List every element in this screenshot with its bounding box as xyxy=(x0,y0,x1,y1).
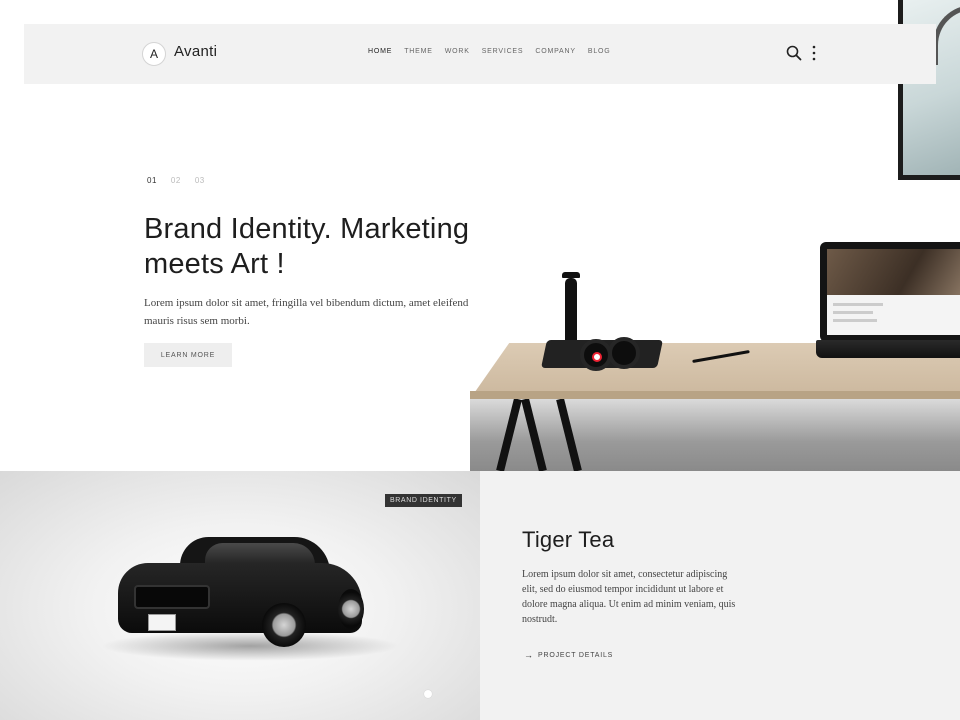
laptop-keyboard xyxy=(816,340,960,358)
hero-description: Lorem ipsum dolor sit amet, fringilla ve… xyxy=(144,297,469,327)
laptop-text-line xyxy=(833,303,883,306)
headphone-earcup xyxy=(608,337,640,369)
search-icon[interactable] xyxy=(786,45,802,61)
pager-item-02[interactable]: 02 xyxy=(171,176,181,185)
pager-item-03[interactable]: 03 xyxy=(195,176,205,185)
site-header: A Avanti HOME THEME WORK SERVICES COMPAN… xyxy=(24,24,936,84)
statue-figure xyxy=(565,278,577,342)
car-license-plate xyxy=(148,614,176,631)
project-title: Tiger Tea xyxy=(522,527,615,552)
learn-more-button[interactable]: LEARN MORE xyxy=(144,343,232,367)
laptop-banner xyxy=(827,249,960,295)
hero-slide-pager: 01 02 03 xyxy=(147,176,205,185)
car-wheel xyxy=(338,589,364,629)
main-nav: HOME THEME WORK SERVICES COMPANY BLOG xyxy=(368,48,611,55)
nav-item-services[interactable]: SERVICES xyxy=(482,48,524,55)
project-details-link[interactable]: → PROJECT DETAILS xyxy=(524,650,613,660)
logo-letter: A xyxy=(149,47,158,61)
laptop-display xyxy=(827,249,960,335)
pager-item-01[interactable]: 01 xyxy=(147,176,157,185)
logo-icon[interactable]: A xyxy=(142,42,166,66)
car-shadow xyxy=(100,631,400,661)
nav-item-blog[interactable]: BLOG xyxy=(588,48,611,55)
project-description: Lorem ipsum dolor sit amet, consectetur … xyxy=(522,569,736,625)
brand-name[interactable]: Avanti xyxy=(174,43,217,60)
car-wheel xyxy=(262,603,306,647)
headphone-logo xyxy=(592,352,602,362)
hero-title: Brand Identity. Marketing meets Art ! xyxy=(144,213,470,280)
project-info-panel: Tiger Tea Lorem ipsum dolor sit amet, co… xyxy=(480,471,960,720)
more-vertical-icon[interactable] xyxy=(810,44,818,62)
laptop-text-line xyxy=(833,319,877,322)
laptop-screen xyxy=(820,242,960,342)
antler-shape xyxy=(933,5,960,65)
nav-item-work[interactable]: WORK xyxy=(445,48,470,55)
nav-item-company[interactable]: COMPANY xyxy=(535,48,575,55)
nav-item-home[interactable]: HOME xyxy=(368,48,392,55)
project-image-panel[interactable]: BRAND IDENTITY xyxy=(0,471,480,720)
laptop-text-line xyxy=(833,311,873,314)
car-grille xyxy=(134,585,210,609)
project-details-label: PROJECT DETAILS xyxy=(538,651,614,659)
desk-edge xyxy=(470,391,960,399)
slider-dot[interactable] xyxy=(424,690,432,698)
arrow-right-icon: → xyxy=(524,650,533,660)
category-badge: BRAND IDENTITY xyxy=(385,494,462,507)
nav-item-theme[interactable]: THEME xyxy=(404,48,433,55)
